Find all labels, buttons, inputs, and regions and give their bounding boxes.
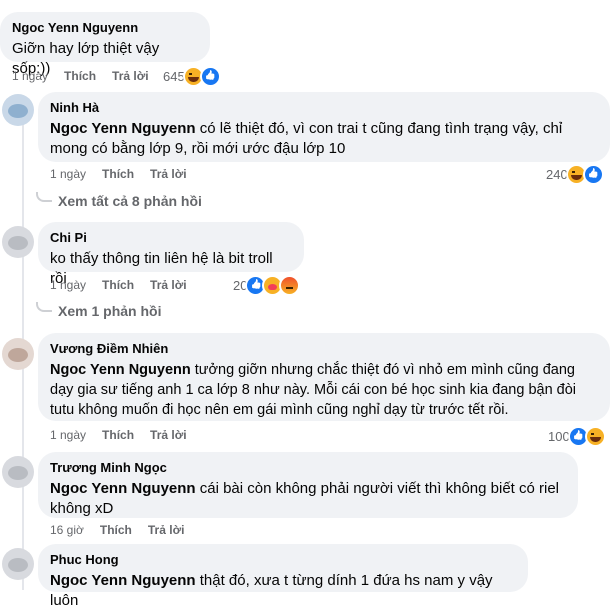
avatar[interactable] — [2, 94, 34, 126]
comment-time[interactable]: 1 ngày — [50, 166, 86, 182]
reply-button[interactable]: Trả lời — [150, 166, 187, 182]
reply-hook-icon — [36, 192, 52, 202]
mention-link[interactable]: Ngoc Yenn Nguyenn — [50, 362, 191, 378]
like-button[interactable]: Thích — [102, 277, 134, 293]
comment-author[interactable]: Ninh Hà — [50, 100, 598, 116]
comment-bubble: Trương Minh Ngọc Ngoc Yenn Nguyenn cái b… — [38, 452, 578, 518]
comment-author[interactable]: Phuc Hong — [50, 552, 516, 568]
angry-icon — [279, 275, 301, 296]
reply-hook-icon — [36, 302, 52, 312]
comment-bubble: Ngoc Yenn Nguyenn Giỡn hay lớp thiệt vậy… — [0, 12, 210, 77]
comment-bubble: Vương Điềm Nhiên Ngoc Yenn Nguyenn tưởng… — [38, 333, 610, 421]
comment-body: Ngoc Yenn Nguyenn thật đó, xưa t từng dí… — [50, 571, 516, 611]
like-button[interactable]: Thích — [64, 68, 96, 84]
comment-actions: 16 giờ Thích Trả lời — [50, 522, 184, 538]
mention-link[interactable]: Ngoc Yenn Nguyenn — [50, 572, 196, 589]
reply-button[interactable]: Trả lời — [148, 522, 185, 538]
comment-author[interactable]: Ngoc Yenn Nguyenn — [12, 20, 198, 36]
like-icon — [582, 164, 604, 185]
view-replies-link[interactable]: Xem tất cả 8 phản hồi — [36, 192, 202, 209]
mention-link[interactable]: Ngoc Yenn Nguyenn — [50, 120, 196, 137]
reaction-count: 645 — [163, 69, 185, 84]
reaction-count: 240 — [546, 167, 568, 182]
like-button[interactable]: Thích — [102, 166, 134, 182]
comment-bubble: Phuc Hong Ngoc Yenn Nguyenn thật đó, xưa… — [38, 544, 528, 609]
avatar[interactable] — [2, 548, 34, 580]
comment-body: Ngoc Yenn Nguyenn tưởng giỡn nhưng chắc … — [50, 360, 598, 420]
comment-bubble: Chi Pi ko thấy thông tin liên hệ là bit … — [38, 222, 304, 287]
view-replies-link[interactable]: Xem 1 phản hồi — [36, 302, 162, 319]
reaction-summary[interactable]: 20 — [233, 275, 301, 296]
comment-actions: 1 ngày Thích Trả lời — [50, 277, 187, 293]
comment-bubble: Ninh Hà Ngoc Yenn Nguyenn có lẽ thiệt đó… — [38, 92, 610, 162]
comment-body: Ngoc Yenn Nguyenn có lẽ thiệt đó, vì con… — [50, 119, 598, 159]
view-replies-label: Xem 1 phản hồi — [58, 303, 162, 319]
avatar[interactable] — [2, 456, 34, 488]
comment-author[interactable]: Trương Minh Ngọc — [50, 460, 566, 476]
like-button[interactable]: Thích — [102, 427, 134, 443]
reply-button[interactable]: Trả lời — [112, 68, 149, 84]
comment-time[interactable]: 16 giờ — [50, 522, 84, 538]
like-button[interactable]: Thích — [100, 522, 132, 538]
comment-actions: 1 ngày Thích Trả lời — [12, 68, 149, 84]
like-icon — [199, 66, 221, 87]
avatar[interactable] — [2, 226, 34, 258]
comment-time[interactable]: 1 ngày — [12, 68, 48, 84]
haha-icon — [584, 426, 606, 447]
comment-author[interactable]: Chi Pi — [50, 230, 292, 246]
reaction-summary[interactable]: 240 — [546, 164, 604, 185]
view-replies-label: Xem tất cả 8 phản hồi — [58, 193, 202, 209]
comment-time[interactable]: 1 ngày — [50, 277, 86, 293]
reaction-summary[interactable]: 645 — [163, 66, 221, 87]
comment-time[interactable]: 1 ngày — [50, 427, 86, 443]
comment-body: Ngoc Yenn Nguyenn cái bài còn không phải… — [50, 479, 566, 519]
mention-link[interactable]: Ngoc Yenn Nguyenn — [50, 480, 196, 497]
comment-actions: 1 ngày Thích Trả lời — [50, 166, 187, 182]
reaction-count: 100 — [548, 429, 570, 444]
comment-actions: 1 ngày Thích Trả lời — [50, 427, 187, 443]
reply-button[interactable]: Trả lời — [150, 427, 187, 443]
reaction-summary[interactable]: 100 — [548, 426, 606, 447]
reply-button[interactable]: Trả lời — [150, 277, 187, 293]
avatar[interactable] — [2, 338, 34, 370]
comment-author[interactable]: Vương Điềm Nhiên — [50, 341, 598, 357]
